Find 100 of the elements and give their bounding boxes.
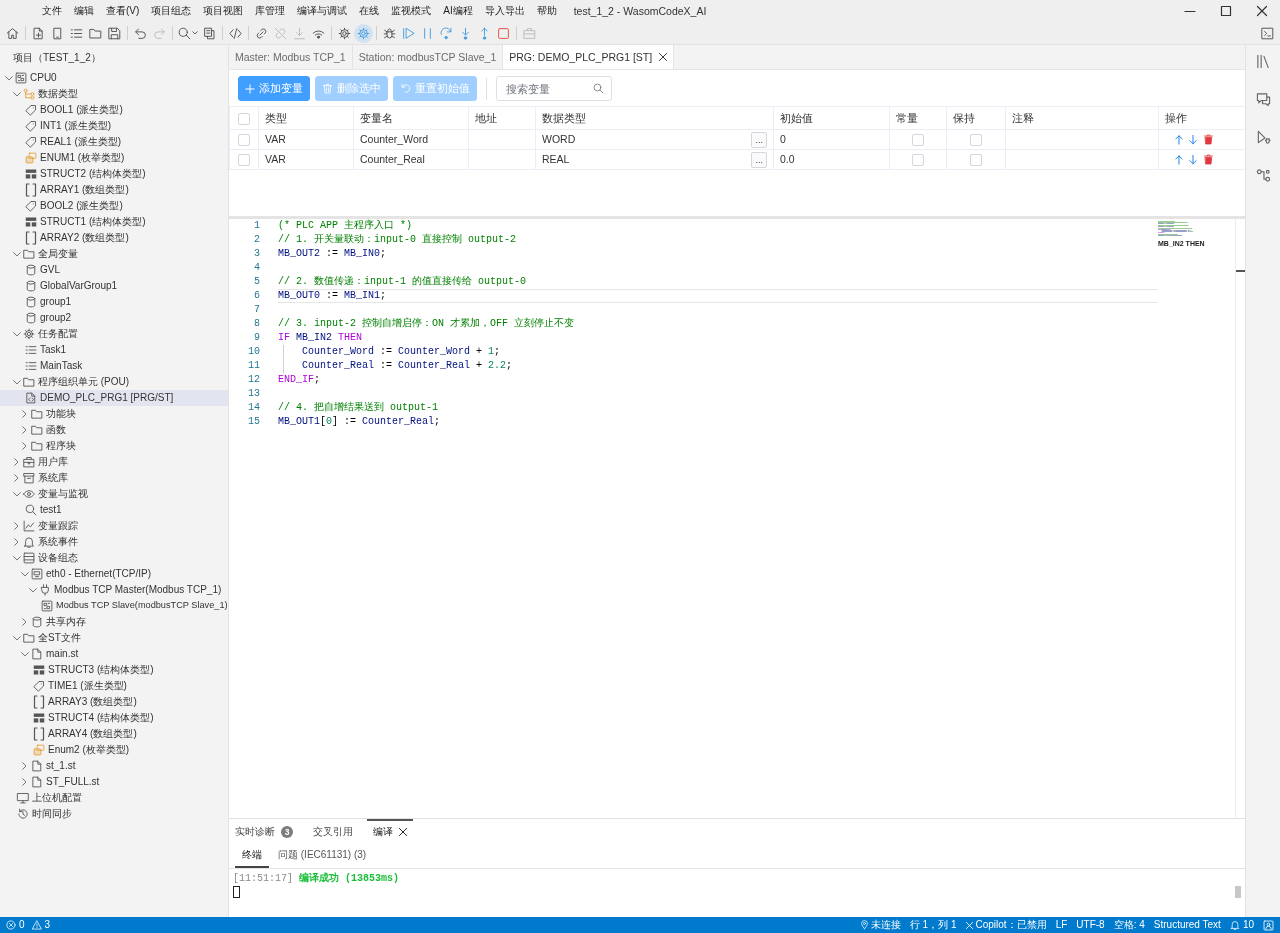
- menu-item[interactable]: 项目视图: [197, 0, 250, 22]
- tree-item[interactable]: 全局变量: [0, 246, 228, 262]
- arrow-up-icon[interactable]: [1175, 154, 1183, 165]
- close-icon[interactable]: [659, 53, 668, 61]
- chevron-right-icon[interactable]: [22, 425, 27, 434]
- chevron-right-icon[interactable]: [22, 409, 27, 418]
- tree-item[interactable]: 任务配置: [0, 326, 228, 342]
- tree-item[interactable]: STRUCT4 (结构体类型): [0, 710, 228, 726]
- close-icon[interactable]: [399, 828, 407, 836]
- tree-item[interactable]: ENUM1 (枚举类型): [0, 150, 228, 166]
- chevron-down-icon[interactable]: [12, 635, 21, 641]
- chat-icon[interactable]: [1255, 92, 1271, 107]
- tree-item[interactable]: REAL1 (派生类型): [0, 134, 228, 150]
- scrollbar-thumb[interactable]: [1235, 886, 1241, 898]
- panel-tab[interactable]: 编译: [367, 819, 413, 843]
- tree-item[interactable]: DEMO_PLC_PRG1 [PRG/ST]: [0, 390, 228, 406]
- tree-item[interactable]: ARRAY1 (数组类型): [0, 182, 228, 198]
- trash-icon[interactable]: [1203, 134, 1214, 145]
- menu-item[interactable]: 在线: [353, 0, 386, 22]
- chevron-down-icon[interactable]: [4, 75, 13, 81]
- chevron-right-icon[interactable]: [14, 537, 19, 546]
- run-debug-icon[interactable]: [1255, 130, 1271, 145]
- tree-item[interactable]: 功能块: [0, 406, 228, 422]
- tree-item[interactable]: 变量跟踪: [0, 518, 228, 534]
- menu-item[interactable]: 项目组态: [145, 0, 198, 22]
- tree-item[interactable]: Enum2 (枚举类型): [0, 742, 228, 758]
- account-icon[interactable]: [1263, 919, 1274, 931]
- tree-item[interactable]: BOOL1 (派生类型): [0, 102, 228, 118]
- checkbox[interactable]: [912, 134, 924, 147]
- status-item[interactable]: LF: [1055, 919, 1068, 931]
- tree-item[interactable]: Modbus TCP Slave(modbusTCP Slave_1): [0, 598, 228, 614]
- browse-button[interactable]: ...: [751, 151, 767, 168]
- tree-item[interactable]: test1: [0, 502, 228, 518]
- tree-item[interactable]: ARRAY2 (数组类型): [0, 230, 228, 246]
- checkbox[interactable]: [970, 134, 982, 147]
- tree-item[interactable]: 程序块: [0, 438, 228, 454]
- tree-item[interactable]: INT1 (派生类型): [0, 118, 228, 134]
- tree-item[interactable]: 数据类型: [0, 86, 228, 102]
- editor-tab[interactable]: Master: Modbus TCP_1: [229, 45, 353, 69]
- tree-item[interactable]: STRUCT2 (结构体类型): [0, 166, 228, 182]
- chevron-down-icon[interactable]: [12, 91, 21, 97]
- chevron-right-icon[interactable]: [22, 777, 27, 786]
- chevron-down-icon[interactable]: [12, 379, 21, 385]
- menu-item[interactable]: 导入导出: [478, 0, 531, 22]
- chevron-right-icon[interactable]: [14, 457, 19, 466]
- arrow-down-icon[interactable]: [1189, 154, 1197, 165]
- checkbox[interactable]: [238, 154, 250, 167]
- chevron-down-icon[interactable]: [12, 331, 21, 337]
- tree-item[interactable]: eth0 - Ethernet(TCP/IP): [0, 566, 228, 582]
- panel-tab[interactable]: 实时诊断 3: [229, 819, 299, 843]
- arrow-up-icon[interactable]: [1175, 134, 1183, 145]
- menu-item[interactable]: 编辑: [68, 0, 100, 22]
- tree-item[interactable]: STRUCT3 (结构体类型): [0, 662, 228, 678]
- menu-item[interactable]: AI编程: [437, 0, 479, 22]
- books-icon[interactable]: [1255, 54, 1271, 69]
- status-item[interactable]: 10: [1229, 919, 1254, 931]
- checkbox[interactable]: [912, 154, 924, 167]
- chevron-down-icon[interactable]: [20, 571, 29, 577]
- chevron-right-icon[interactable]: [14, 473, 19, 482]
- tree-item[interactable]: GVL: [0, 262, 228, 278]
- tree-item[interactable]: BOOL2 (派生类型): [0, 198, 228, 214]
- flow-icon[interactable]: [1255, 168, 1271, 183]
- menu-item[interactable]: 编译与调试: [291, 0, 354, 22]
- status-item[interactable]: 3: [31, 919, 51, 931]
- tree-item[interactable]: st_1.st: [0, 758, 228, 774]
- checkbox[interactable]: [238, 112, 250, 125]
- chevron-right-icon[interactable]: [22, 617, 27, 626]
- tree-item[interactable]: 时间同步: [0, 806, 228, 822]
- tree-item[interactable]: 设备组态: [0, 550, 228, 566]
- tree-item[interactable]: GlobalVarGroup1: [0, 278, 228, 294]
- tree-item[interactable]: 变量与监视: [0, 486, 228, 502]
- chevron-down-icon[interactable]: [20, 651, 29, 657]
- menu-item[interactable]: 监视模式: [385, 0, 438, 22]
- menu-item[interactable]: 帮助: [530, 0, 563, 22]
- chevron-down-icon[interactable]: [12, 251, 21, 257]
- tree-item[interactable]: group1: [0, 294, 228, 310]
- tree-item[interactable]: group2: [0, 310, 228, 326]
- menu-item[interactable]: 文件: [36, 0, 68, 22]
- status-item[interactable]: Copilot：已禁用: [965, 919, 1047, 931]
- status-item[interactable]: 行 1，列 1: [909, 919, 957, 931]
- menu-item[interactable]: 查看(V): [100, 0, 146, 22]
- browse-button[interactable]: ...: [751, 131, 767, 148]
- menu-item[interactable]: 库管理: [249, 0, 292, 22]
- status-item[interactable]: 空格: 4: [1113, 919, 1145, 931]
- tree-item[interactable]: 用户库: [0, 454, 228, 470]
- tree-item[interactable]: MainTask: [0, 358, 228, 374]
- tree-item[interactable]: 函数: [0, 422, 228, 438]
- status-item[interactable]: Structured Text: [1153, 919, 1221, 931]
- tree-item[interactable]: ARRAY3 (数组类型): [0, 694, 228, 710]
- tree-item[interactable]: 共享内存: [0, 614, 228, 630]
- tree-item[interactable]: main.st: [0, 646, 228, 662]
- panel-subtab[interactable]: 终端: [235, 843, 269, 868]
- tree-item[interactable]: 程序组织单元 (POU): [0, 374, 228, 390]
- panel-tab[interactable]: 交叉引用: [307, 819, 359, 843]
- chevron-right-icon[interactable]: [22, 441, 27, 450]
- checkbox[interactable]: [238, 134, 250, 147]
- chevron-down-icon[interactable]: [12, 491, 21, 497]
- status-item[interactable]: UTF-8: [1076, 919, 1105, 931]
- chevron-right-icon[interactable]: [14, 521, 19, 530]
- tree-item[interactable]: 全ST文件: [0, 630, 228, 646]
